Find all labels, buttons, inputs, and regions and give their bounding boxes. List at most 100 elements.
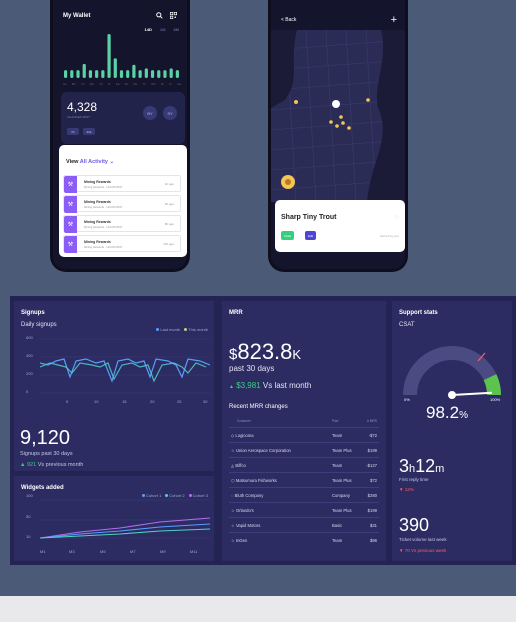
- table-row[interactable]: ◇ Logicoma Team -$72: [229, 427, 379, 442]
- list-item[interactable]: ⚒ Mining Rewards Mining Rewards · HOUR M…: [63, 235, 181, 253]
- wallet-bar: [95, 70, 99, 78]
- invite-button[interactable]: Invite: [281, 231, 295, 240]
- gauge-min: 0%: [404, 397, 410, 402]
- tab-1m[interactable]: 1M: [160, 27, 166, 32]
- x-tick: 15: [122, 399, 127, 404]
- activity-title: Mining Rewards: [84, 220, 111, 224]
- list-item[interactable]: ⚒ Mining Rewards Mining Rewards · HOUR M…: [63, 195, 181, 213]
- daily-signups-title: Daily signups: [21, 322, 57, 328]
- wallet-bar: [132, 64, 136, 78]
- table-row[interactable]: ☆ Union Aerospace Corporation Team Plus $1…: [229, 442, 379, 457]
- x-tick: 25: [177, 399, 182, 404]
- qr-icon[interactable]: [170, 11, 177, 21]
- chevron-down-icon[interactable]: ⌄: [110, 159, 115, 165]
- mrr-change: $199: [367, 448, 377, 453]
- balance-card: 4,328 CHANGES MINT BY SY ≡≡ ⊕⊕: [61, 92, 185, 144]
- all-activity-link[interactable]: All Activity: [80, 159, 108, 165]
- y-tick: 200: [26, 371, 33, 376]
- mrr-panel: MRR $823.8K past 30 days ▲ $3,981 Vs las…: [222, 301, 386, 561]
- mrr-value: $823.8K: [229, 339, 302, 364]
- signups-delta-label: Vs previous month: [37, 462, 84, 468]
- tab-6m[interactable]: 6M: [173, 27, 179, 32]
- ticket-volume: 390: [399, 515, 430, 535]
- mrr-changes-title: Recent MRR changes: [229, 404, 288, 410]
- x-tick: 30: [203, 399, 208, 404]
- edit-button[interactable]: Edit: [305, 231, 317, 240]
- wallet-bar: [101, 70, 105, 78]
- activity-heading-text: View: [66, 159, 79, 165]
- mrr-table-header: Customer Plan Δ MRR: [229, 417, 379, 427]
- buy-button[interactable]: BY: [143, 106, 157, 120]
- y-tick: 400: [26, 353, 33, 358]
- widgets-title: Widgets added: [21, 485, 64, 491]
- customer-name: ☆ Orlando's: [231, 508, 254, 513]
- down-arrow-icon: ▼: [399, 548, 404, 553]
- table-row[interactable]: ☆ Vapid Motors Basic $31: [229, 517, 379, 532]
- day-label: Th: [99, 82, 103, 86]
- day-label: Tu: [142, 82, 146, 86]
- header-plan: Plan: [332, 419, 339, 423]
- wallet-bar: [163, 70, 167, 78]
- wallet-bar: [88, 70, 93, 78]
- heart-icon[interactable]: ♡: [395, 215, 399, 221]
- first-reply-label: First reply time: [399, 477, 429, 482]
- mrr-period: past 30 days: [229, 364, 275, 373]
- widgets-panel: Widgets added Cohort 1 Cohort 2 Cohort 3…: [14, 476, 214, 561]
- widgets-line-chart: [40, 499, 210, 539]
- phone-side-button: [407, 36, 408, 54]
- sell-button[interactable]: SY: [163, 106, 177, 120]
- table-row[interactable]: ☆ Orlando's Team Plus $199: [229, 502, 379, 517]
- day-label: We: [89, 82, 95, 86]
- day-label: Fr: [107, 82, 111, 86]
- table-row[interactable]: ⬡ Matsumura Fishworks Team Plus $72: [229, 472, 379, 487]
- mrr-change: $199: [367, 508, 377, 513]
- pickaxe-icon: ⚒: [64, 216, 77, 233]
- table-row[interactable]: ☆ InGen Team $96: [229, 532, 379, 547]
- pickaxe-icon: ⚒: [64, 196, 77, 213]
- search-icon[interactable]: [156, 11, 163, 21]
- chip-two[interactable]: ⊕⊕: [83, 128, 95, 135]
- signups-delta: ▲ 921 Vs previous month: [20, 462, 83, 468]
- city-map[interactable]: [271, 30, 405, 202]
- wallet-header: My Wallet: [63, 10, 177, 22]
- wallet-bar: [107, 34, 111, 78]
- gauge-max: 100%: [490, 397, 501, 402]
- mrr-change: -$72: [368, 433, 377, 438]
- wallet-bar: [113, 58, 117, 78]
- activity-heading: View All Activity ⌄: [66, 159, 114, 165]
- company-icon: ☆: [231, 538, 235, 543]
- tab-14d[interactable]: 14D: [145, 27, 152, 32]
- activity-time: 12h ago: [163, 242, 174, 246]
- back-button[interactable]: < Back: [281, 17, 296, 23]
- company-icon: ☆: [231, 523, 235, 528]
- activity-date: Mining Rewards · HOUR MINT: [84, 225, 123, 229]
- balance-value: 4,328: [67, 100, 98, 114]
- day-label: Sa: [177, 82, 181, 86]
- table-row[interactable]: ◬ Biffco Team -$127: [229, 457, 379, 472]
- y-tick: 600: [26, 335, 33, 340]
- header-mrr: Δ MRR: [366, 419, 377, 423]
- activity-title: Mining Rewards: [84, 200, 111, 204]
- list-item[interactable]: ⚒ Mining Rewards Mining Rewards · HOUR M…: [63, 175, 181, 193]
- ticket-volume-label: Ticket volume last week: [399, 537, 447, 542]
- add-button[interactable]: +: [391, 14, 397, 26]
- plan-name: Team: [332, 538, 343, 543]
- plan-name: Team Plus: [332, 508, 352, 513]
- pickaxe-icon: ⚒: [64, 176, 77, 193]
- list-item[interactable]: ⚒ Mining Rewards Mining Rewards · HOUR M…: [63, 215, 181, 233]
- table-row[interactable]: ◌ Bluth Company Company $280: [229, 487, 379, 502]
- owner-note: Owned by you: [379, 234, 399, 238]
- activity-time: 1h ago: [164, 182, 174, 186]
- chip-one[interactable]: ≡≡: [67, 128, 79, 135]
- wallet-phone: My Wallet 14D 1M 6M Su Mo Tu We Th Fr Sa Su Mo Tu…: [50, 0, 190, 272]
- support-title: Support stats: [399, 310, 438, 316]
- legend-last-month: Last month: [156, 327, 180, 332]
- wallet-bar: [138, 70, 142, 78]
- ticket-delta-value: 70: [404, 548, 410, 553]
- company-icon: ◌: [231, 493, 234, 498]
- support-panel: Support stats CSAT 0% 100% 98.2% 3h12m F…: [392, 301, 512, 561]
- mrr-change: $72: [370, 478, 377, 483]
- up-arrow-icon: ▲: [20, 462, 26, 468]
- wallet-bar: [144, 68, 148, 78]
- customer-name: ☆ Union Aerospace Corporation: [231, 448, 291, 453]
